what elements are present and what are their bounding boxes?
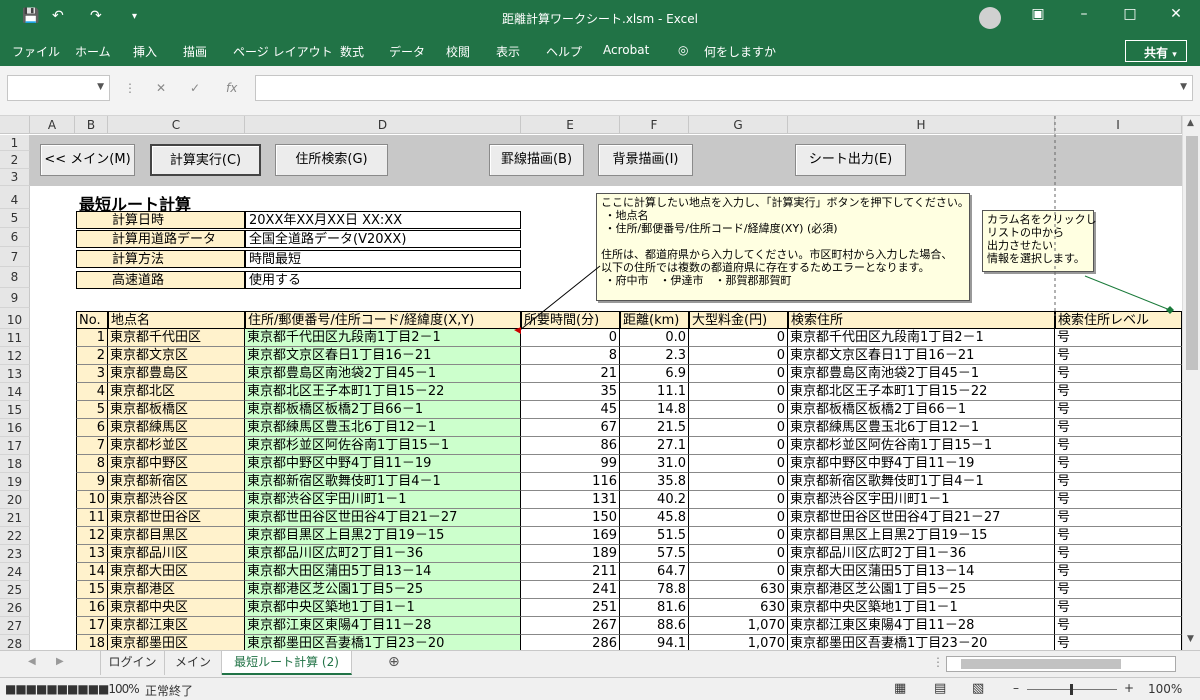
chevron-down-icon: ▾ (1172, 50, 1177, 60)
share-label: 共有 (1144, 46, 1169, 60)
comment-indicator-icon (514, 327, 521, 334)
menu-page-layout[interactable]: ページ レイアウト (233, 43, 333, 60)
ribbon-tabs: ファイル ホーム 挿入 描画 ページ レイアウト 数式 データ 校閲 表示 ヘル… (0, 36, 1200, 66)
name-box-dropdown-icon[interactable]: ▼ (97, 82, 104, 92)
ribbon-display-icon[interactable]: ▣ (1026, 6, 1050, 28)
page-break-view-icon[interactable]: ▧ (972, 681, 984, 696)
vertical-scrollbar[interactable]: ▲ ▼ (1182, 116, 1200, 650)
split-handle-icon[interactable]: ⋮ (932, 655, 944, 669)
page-layout-view-icon[interactable]: ▤ (934, 681, 946, 696)
tab-main[interactable]: メイン (165, 651, 222, 675)
menu-home[interactable]: ホーム (75, 43, 111, 60)
insert-function-icon[interactable]: fx (226, 81, 237, 95)
close-icon[interactable]: ✕ (1164, 6, 1188, 28)
vertical-scroll-thumb[interactable] (1186, 136, 1198, 370)
maximize-icon[interactable]: □ (1118, 6, 1142, 28)
share-button[interactable]: 共有 ▾ (1125, 40, 1187, 62)
formula-input[interactable]: ▼ (255, 75, 1193, 101)
add-sheet-icon[interactable]: ⊕ (388, 654, 400, 670)
formula-bar: ▼ ⋮ ✕ ✓ fx ▼ (0, 66, 1200, 116)
minimize-icon[interactable]: – (1072, 6, 1096, 28)
menu-view[interactable]: 表示 (496, 43, 520, 60)
horizontal-scrollbar[interactable] (946, 656, 1176, 672)
prev-sheet-icon[interactable]: ◀ (28, 656, 36, 667)
worksheet-grid[interactable]: A B C D E F G H I 1 2 3 4 5 6 7 8 9 10 1… (0, 116, 1182, 650)
menu-data[interactable]: データ (389, 43, 425, 60)
menu-file[interactable]: ファイル (12, 43, 60, 60)
next-sheet-icon[interactable]: ▶ (56, 656, 64, 667)
status-mode: 正常終了 (145, 684, 194, 698)
tab-shortest-route[interactable]: 最短ルート計算 (2) (222, 651, 352, 675)
more-options-icon: ⋮ (124, 81, 136, 95)
zoom-level[interactable]: 100% (1148, 682, 1182, 696)
menu-review[interactable]: 校閲 (446, 43, 470, 60)
horizontal-scroll-thumb[interactable] (961, 659, 1121, 669)
expand-formula-icon[interactable]: ▼ (1180, 82, 1187, 92)
zoom-slider[interactable] (1027, 684, 1117, 695)
title-bar: 💾 ↶ ↷ ▾ 距離計算ワークシート.xlsm - Excel ▣ – □ ✕ (0, 0, 1200, 36)
zoom-in-icon[interactable]: + (1124, 681, 1134, 695)
normal-view-icon[interactable]: ▦ (894, 681, 906, 696)
menu-formulas[interactable]: 数式 (340, 43, 364, 60)
note-connectors (514, 116, 1174, 334)
scroll-up-icon[interactable]: ▲ (1187, 118, 1194, 128)
menu-draw[interactable]: 描画 (183, 43, 207, 60)
menu-insert[interactable]: 挿入 (133, 43, 157, 60)
sheet-tab-bar: ◀ ▶ ログイン メイン 最短ルート計算 (2) ⊕ ⋮ (0, 650, 1200, 677)
window-title: 距離計算ワークシート.xlsm - Excel (502, 12, 698, 26)
comment-indicator-icon (1166, 306, 1174, 314)
cancel-icon[interactable]: ✕ (156, 81, 166, 95)
lightbulb-icon: ◎ (678, 43, 689, 57)
name-box[interactable]: ▼ (7, 75, 110, 101)
note-arrow-line (1084, 275, 1171, 311)
note-arrow-line (519, 265, 601, 331)
user-avatar[interactable] (979, 7, 1001, 29)
status-bar: ■■■■■■■■■■100% 正常終了 ▦ ▤ ▧ – + 100% (0, 677, 1200, 700)
menu-help[interactable]: ヘルプ (546, 43, 582, 60)
zoom-out-icon[interactable]: – (1013, 681, 1019, 695)
tell-me-search[interactable]: 何をしますか (704, 43, 776, 60)
menu-acrobat[interactable]: Acrobat (603, 43, 649, 57)
scroll-down-icon[interactable]: ▼ (1187, 634, 1194, 644)
tab-login[interactable]: ログイン (100, 651, 165, 675)
enter-icon[interactable]: ✓ (190, 81, 200, 95)
progress-text: ■■■■■■■■■■100% (5, 682, 140, 696)
zoom-slider-thumb[interactable] (1070, 684, 1073, 695)
